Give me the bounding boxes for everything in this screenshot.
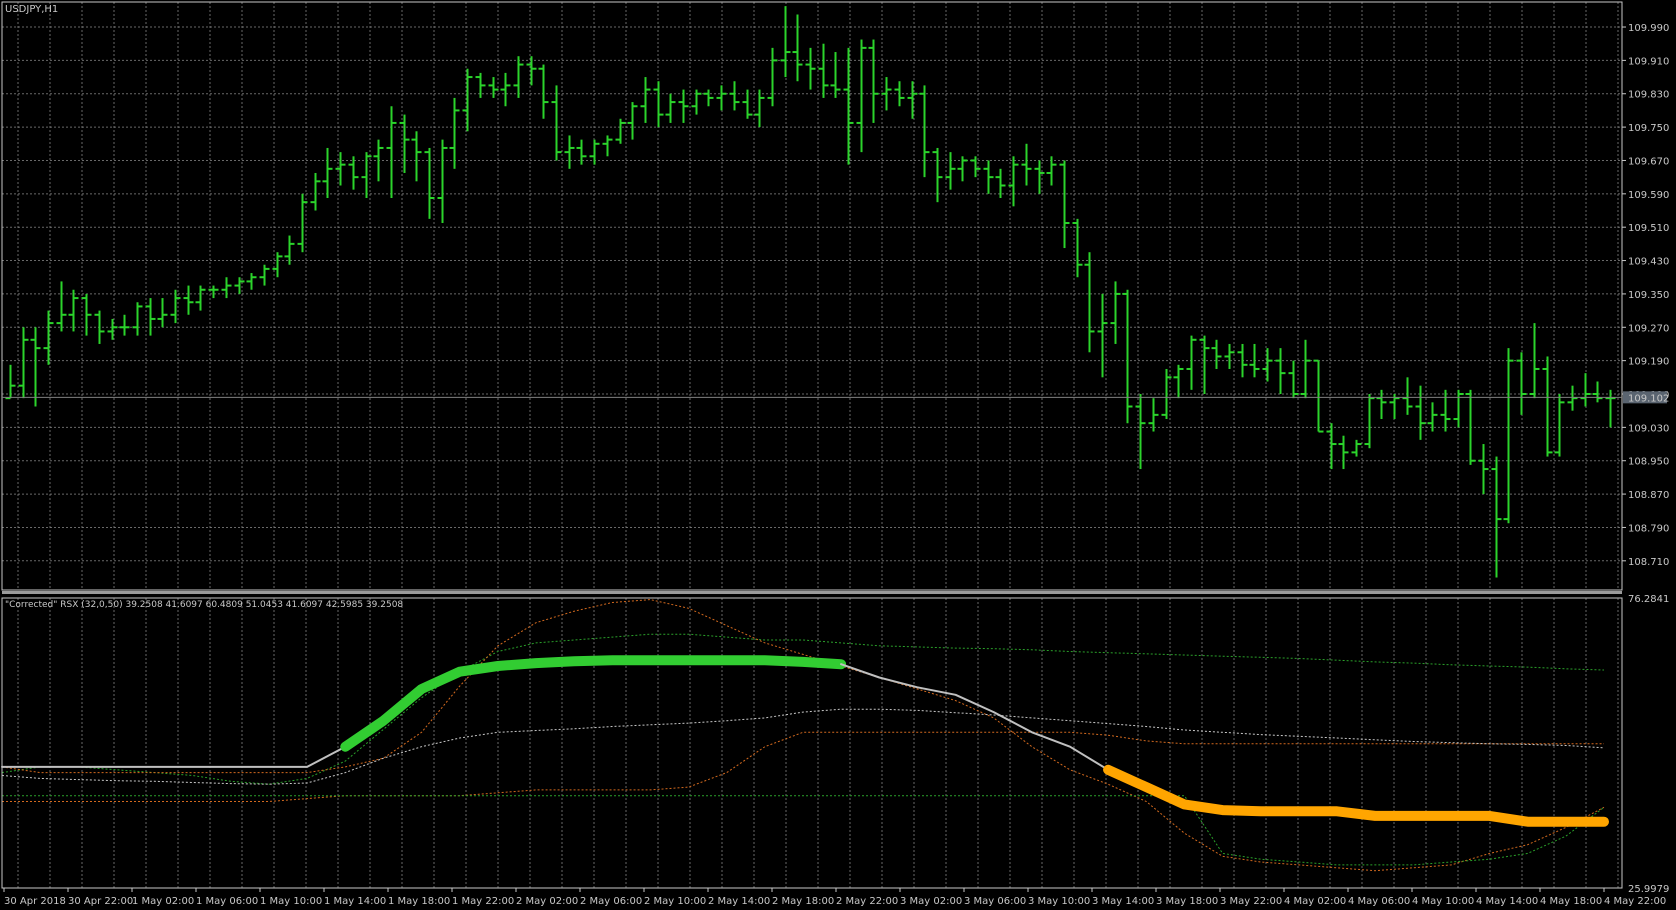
time-tick-label: 3 May 06:00 [964,896,1026,907]
price-tick-label: 109.830 [1628,90,1669,101]
price-tick-label: 109.750 [1628,123,1669,134]
time-tick-label: 2 May 14:00 [708,896,770,907]
time-tick-label: 2 May 02:00 [516,896,578,907]
time-tick-label: 4 May 06:00 [1348,896,1410,907]
time-tick-label: 4 May 22:00 [1604,896,1666,907]
price-tick-label: 109.190 [1628,357,1669,368]
time-tick-label: 3 May 18:00 [1156,896,1218,907]
time-tick-label: 3 May 14:00 [1092,896,1154,907]
time-tick-label: 4 May 02:00 [1284,896,1346,907]
price-tick-label: 108.950 [1628,457,1669,468]
price-tick-label: 109.590 [1628,190,1669,201]
time-tick-label: 1 May 14:00 [324,896,386,907]
price-tick-label: 109.990 [1628,23,1669,34]
time-tick-label: 2 May 22:00 [836,896,898,907]
price-tick-label: 109.670 [1628,156,1669,167]
current-price-label: 109.102 [1628,393,1669,404]
price-tick-label: 109.270 [1628,323,1669,334]
indicator-label: "Corrected" RSX (32,0,50) 39.2508 41.609… [5,600,403,610]
price-tick-label: 109.910 [1628,56,1669,67]
time-tick-label: 3 May 02:00 [900,896,962,907]
time-tick-label: 1 May 18:00 [388,896,450,907]
time-tick-label: 3 May 22:00 [1220,896,1282,907]
time-tick-label: 30 Apr 22:00 [68,896,133,907]
price-tick-label: 108.710 [1628,557,1669,568]
time-tick-label: 1 May 02:00 [132,896,194,907]
time-tick-label: 1 May 06:00 [196,896,258,907]
time-tick-label: 30 Apr 2018 [4,896,66,907]
price-tick-label: 108.790 [1628,523,1669,534]
time-tick-label: 4 May 14:00 [1476,896,1538,907]
indicator-tick-label: 76.2841 [1628,594,1669,605]
time-tick-label: 1 May 22:00 [452,896,514,907]
price-tick-label: 109.350 [1628,290,1669,301]
time-tick-label: 3 May 10:00 [1028,896,1090,907]
trading-chart[interactable]: 109.990 109.910 109.830 109.750 109.670 109.5… [0,0,1676,910]
price-tick-label: 108.870 [1628,490,1669,501]
time-tick-label: 1 May 10:00 [260,896,322,907]
time-tick-label: 2 May 10:00 [644,896,706,907]
time-tick-label: 4 May 18:00 [1540,896,1602,907]
time-tick-label: 4 May 10:00 [1412,896,1474,907]
indicator-tick-label: 25.9979 [1628,884,1669,895]
time-tick-label: 2 May 06:00 [580,896,642,907]
pane-separator [2,591,1622,594]
price-tick-label: 109.030 [1628,423,1669,434]
price-tick-label: 109.510 [1628,223,1669,234]
price-tick-label: 109.430 [1628,257,1669,268]
time-tick-label: 2 May 18:00 [772,896,834,907]
symbol-label: USDJPY,H1 [5,4,58,15]
